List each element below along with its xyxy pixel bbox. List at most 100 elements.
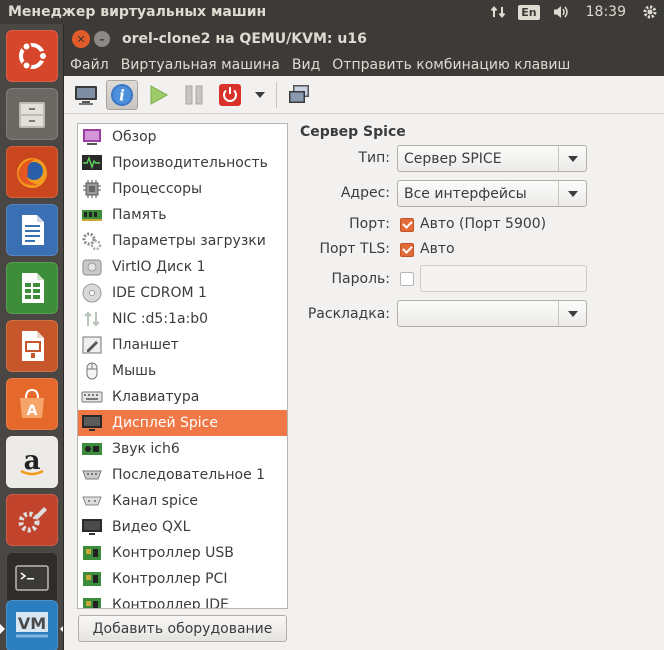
launcher-running-indicator bbox=[0, 624, 5, 634]
section-title: Сервер Spice bbox=[300, 124, 406, 140]
launcher-firefox-icon[interactable] bbox=[6, 146, 58, 198]
system-gear-icon[interactable] bbox=[636, 0, 664, 24]
keyboard-layout-indicator[interactable]: En bbox=[512, 0, 545, 24]
close-icon: ✕ bbox=[76, 32, 86, 46]
hardware-item-label: Планшет bbox=[112, 337, 179, 353]
window-close-button[interactable]: ✕ bbox=[72, 30, 90, 48]
hardware-item[interactable]: VirtIO Диск 1 bbox=[78, 254, 287, 280]
hardware-item[interactable]: Контроллер PCI bbox=[78, 566, 287, 592]
tablet-icon bbox=[80, 334, 104, 356]
window-titlebar[interactable]: ✕ – orel-clone2 на QEMU/KVM: u16 bbox=[64, 24, 664, 54]
window-minimize-button[interactable]: – bbox=[94, 31, 110, 47]
cdrom-icon bbox=[80, 282, 104, 304]
port-auto-label[interactable]: Авто (Порт 5900) bbox=[420, 216, 546, 232]
hardware-item-label: Канал spice bbox=[112, 493, 199, 509]
svg-text:i: i bbox=[119, 86, 125, 104]
hardware-list[interactable]: Обзор Производительность Процессоры Память П… bbox=[77, 123, 288, 609]
overview-icon bbox=[80, 126, 104, 148]
launcher-calc-icon[interactable] bbox=[6, 262, 58, 314]
fullscreen-button[interactable] bbox=[283, 80, 315, 110]
hardware-item-label: Видео QXL bbox=[112, 519, 191, 535]
run-button[interactable] bbox=[142, 80, 174, 110]
launcher-virt-manager-icon[interactable]: VM bbox=[6, 600, 58, 650]
memory-icon bbox=[80, 204, 104, 226]
volume-icon[interactable] bbox=[546, 0, 576, 24]
launcher-terminal-icon[interactable] bbox=[6, 552, 58, 604]
channel-icon bbox=[80, 490, 104, 512]
hardware-item[interactable]: Клавиатура bbox=[78, 384, 287, 410]
show-details-button[interactable]: i bbox=[106, 79, 138, 110]
fullscreen-icon bbox=[289, 84, 309, 103]
serial-icon bbox=[80, 464, 104, 486]
hardware-item[interactable]: NIC :d5:1a:b0 bbox=[78, 306, 287, 332]
disk-icon bbox=[80, 256, 104, 278]
port-auto-checkbox[interactable] bbox=[400, 218, 414, 232]
menu-file[interactable]: Файл bbox=[64, 57, 115, 73]
hardware-item[interactable]: Видео QXL bbox=[78, 514, 287, 540]
address-label: Адрес: bbox=[340, 185, 390, 201]
port-label: Порт: bbox=[349, 216, 390, 232]
keyboard-icon bbox=[80, 386, 104, 408]
pause-icon bbox=[185, 85, 203, 104]
pause-button[interactable] bbox=[178, 80, 210, 110]
cpu-icon bbox=[80, 178, 104, 200]
hardware-item-label: Мышь bbox=[112, 363, 157, 379]
menu-view[interactable]: Вид bbox=[286, 57, 326, 73]
keyboard-layout-label: En bbox=[518, 4, 540, 20]
menubar: Файл Виртуальная машина Вид Отправить ко… bbox=[64, 54, 664, 76]
type-combo[interactable]: Сервер SPICE bbox=[397, 145, 587, 172]
password-input[interactable] bbox=[420, 265, 587, 292]
menu-send-key[interactable]: Отправить комбинацию клавиш bbox=[326, 57, 576, 73]
hardware-item-label: Контроллер IDE bbox=[112, 597, 229, 609]
hardware-item[interactable]: Планшет bbox=[78, 332, 287, 358]
display-icon bbox=[80, 412, 104, 434]
hardware-item-label: Звук ich6 bbox=[112, 441, 180, 457]
hardware-item[interactable]: Звук ich6 bbox=[78, 436, 287, 462]
address-combo-value: Все интерфейсы bbox=[404, 185, 527, 202]
hardware-item[interactable]: IDE CDROM 1 bbox=[78, 280, 287, 306]
launcher-files-icon[interactable] bbox=[6, 88, 58, 140]
network-arrows-icon[interactable] bbox=[484, 0, 512, 24]
hardware-item[interactable]: Мышь bbox=[78, 358, 287, 384]
keymap-combo[interactable] bbox=[397, 300, 587, 327]
hardware-item-label: IDE CDROM 1 bbox=[112, 285, 207, 301]
launcher-settings-icon[interactable] bbox=[6, 494, 58, 546]
hardware-item-label: VirtIO Диск 1 bbox=[112, 259, 206, 275]
address-combo[interactable]: Все интерфейсы bbox=[397, 180, 587, 207]
hardware-item[interactable]: Канал spice bbox=[78, 488, 287, 514]
hardware-item-label: NIC :d5:1a:b0 bbox=[112, 311, 209, 327]
password-checkbox[interactable] bbox=[400, 272, 414, 286]
performance-icon bbox=[80, 152, 104, 174]
type-combo-value: Сервер SPICE bbox=[404, 150, 502, 167]
launcher-impress-icon[interactable] bbox=[6, 320, 58, 372]
launcher-ubuntu-icon[interactable] bbox=[6, 30, 58, 82]
panel-clock[interactable]: 18:39 bbox=[576, 0, 636, 24]
hardware-item[interactable]: Обзор bbox=[78, 124, 287, 150]
hardware-item[interactable]: Дисплей Spice bbox=[78, 410, 287, 436]
tls-auto-label[interactable]: Авто bbox=[420, 241, 455, 257]
hardware-item[interactable]: Последовательное 1 bbox=[78, 462, 287, 488]
hardware-item[interactable]: Процессоры bbox=[78, 176, 287, 202]
hardware-item[interactable]: Память bbox=[78, 202, 287, 228]
launcher-software-center-icon[interactable]: A bbox=[6, 378, 58, 430]
show-console-button[interactable] bbox=[70, 80, 102, 110]
shutdown-menu-button[interactable] bbox=[250, 80, 270, 110]
launcher-writer-icon[interactable] bbox=[6, 204, 58, 256]
toolbar-separator bbox=[276, 81, 277, 108]
launcher: A a VM bbox=[0, 24, 64, 650]
hardware-item[interactable]: Производительность bbox=[78, 150, 287, 176]
network-icon bbox=[80, 308, 104, 330]
hardware-item[interactable]: Параметры загрузки bbox=[78, 228, 287, 254]
launcher-amazon-icon[interactable]: a bbox=[6, 436, 58, 488]
hardware-item[interactable]: Контроллер IDE bbox=[78, 592, 287, 609]
controller-icon bbox=[80, 594, 104, 608]
svg-text:a: a bbox=[24, 446, 41, 476]
menu-virtual-machine[interactable]: Виртуальная машина bbox=[115, 57, 286, 73]
add-hardware-button[interactable]: Добавить оборудование bbox=[78, 615, 287, 642]
tls-auto-checkbox[interactable] bbox=[400, 243, 414, 257]
boot-options-icon bbox=[80, 230, 104, 252]
hardware-item-label: Обзор bbox=[112, 129, 157, 145]
panel-app-title: Менеджер виртуальных машин bbox=[8, 4, 267, 20]
hardware-item[interactable]: Контроллер USB bbox=[78, 540, 287, 566]
shutdown-button[interactable] bbox=[214, 80, 246, 110]
